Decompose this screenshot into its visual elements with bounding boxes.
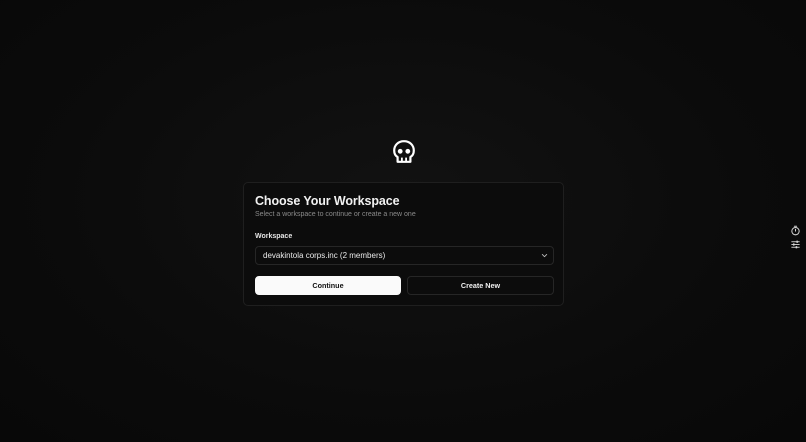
workspace-card: Choose Your Workspace Select a workspace… bbox=[243, 182, 564, 306]
chevron-down-icon bbox=[541, 254, 548, 258]
page: Choose Your Workspace Select a workspace… bbox=[0, 0, 806, 442]
workspace-select[interactable]: devakintola corps.inc (2 members) bbox=[255, 246, 554, 265]
skull-icon bbox=[393, 140, 415, 163]
card-title: Choose Your Workspace bbox=[255, 194, 400, 208]
timer-icon[interactable] bbox=[790, 225, 801, 236]
workspace-select-value: devakintola corps.inc (2 members) bbox=[263, 251, 386, 260]
create-new-button-label: Create New bbox=[460, 281, 501, 290]
continue-button[interactable]: Continue bbox=[255, 276, 401, 295]
card-subtitle: Select a workspace to continue or create… bbox=[255, 211, 416, 218]
create-new-button[interactable]: Create New bbox=[407, 276, 554, 295]
sliders-icon[interactable] bbox=[790, 239, 801, 250]
continue-button-label: Continue bbox=[312, 281, 344, 290]
workspace-label: Workspace bbox=[255, 233, 293, 240]
